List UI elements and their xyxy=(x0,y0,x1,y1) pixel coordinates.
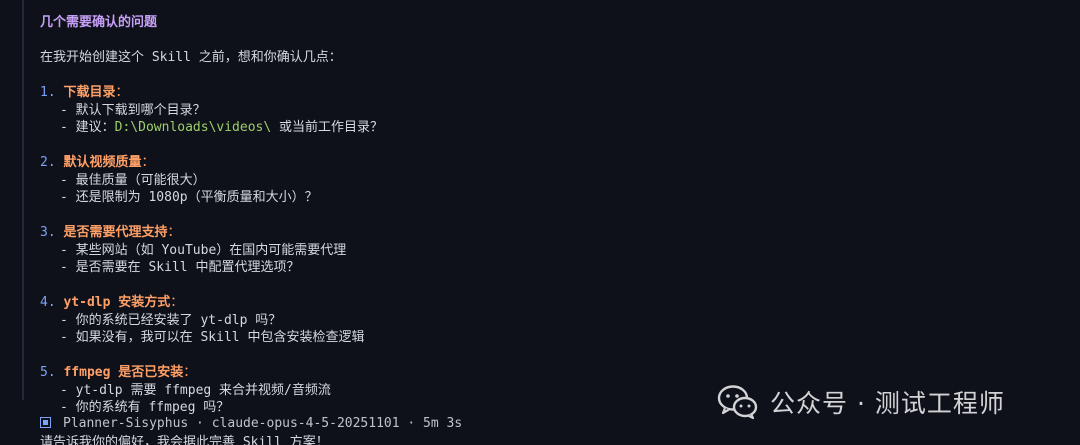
message-title: 几个需要确认的问题 xyxy=(40,15,158,30)
watermark: 公众号 · 测试工程师 xyxy=(716,380,1005,424)
model-name: claude-opus-4-5-20251101 xyxy=(211,416,400,431)
question-item: - 建议：D:\Downloads\videos\ 或当前工作目录？ xyxy=(60,120,384,135)
question-item: - 你的系统已经安装了 yt-dlp 吗？ xyxy=(60,312,282,328)
question-item: - 还是限制为 1080p（平衡质量和大小）？ xyxy=(60,190,318,205)
elapsed-time: 5m 3s xyxy=(423,416,463,431)
question-heading: 下载目录 xyxy=(63,85,116,100)
question-4: 4. yt-dlp 安装方式： xyxy=(40,295,184,310)
question-1: 1. 下载目录： xyxy=(40,85,129,100)
question-5: 5. ffmpeg 是否已安装： xyxy=(40,365,197,380)
question-item: - 某些网站（如 YouTube）在国内可能需要代理 xyxy=(60,242,347,258)
question-number: 5. xyxy=(40,365,56,380)
question-number: 4. xyxy=(40,295,56,310)
agent-name: Planner-Sisyphus xyxy=(63,416,189,431)
message-footer: Planner-Sisyphus · claude-opus-4-5-20251… xyxy=(40,415,462,432)
question-item: - 最佳质量（可能很大） xyxy=(60,172,206,188)
wechat-icon xyxy=(717,385,758,420)
suggested-path: D:\Downloads\videos\ xyxy=(114,120,272,135)
question-item: - 是否需要在 Skill 中配置代理选项？ xyxy=(60,260,300,275)
watermark-text: 公众号 · 测试工程师 xyxy=(770,389,1005,418)
question-number: 3. xyxy=(40,225,56,240)
closing-text: 请告诉我你的偏好，我会据此完善 Skill 方案！ xyxy=(40,435,329,445)
agent-status-icon xyxy=(40,417,51,428)
question-item: - 默认下载到哪个目录？ xyxy=(60,102,206,118)
question-number: 1. xyxy=(40,85,56,100)
question-heading: 默认视频质量 xyxy=(63,155,142,170)
question-item: - 如果没有，我可以在 Skill 中包含安装检查逻辑 xyxy=(60,330,365,345)
terminal-screen: 几个需要确认的问题 在我开始创建这个 Skill 之前，想和你确认几点： 1. … xyxy=(0,0,1080,445)
question-heading: 是否需要代理支持 xyxy=(63,225,168,240)
intro-text: 在我开始创建这个 Skill 之前，想和你确认几点： xyxy=(40,50,342,65)
question-3: 3. 是否需要代理支持： xyxy=(40,225,181,240)
question-heading: yt-dlp 安装方式 xyxy=(63,295,171,310)
question-2: 2. 默认视频质量： xyxy=(40,155,155,170)
question-number: 2. xyxy=(40,155,56,170)
message-left-border xyxy=(22,0,24,400)
question-heading: ffmpeg 是否已安装 xyxy=(63,365,184,380)
